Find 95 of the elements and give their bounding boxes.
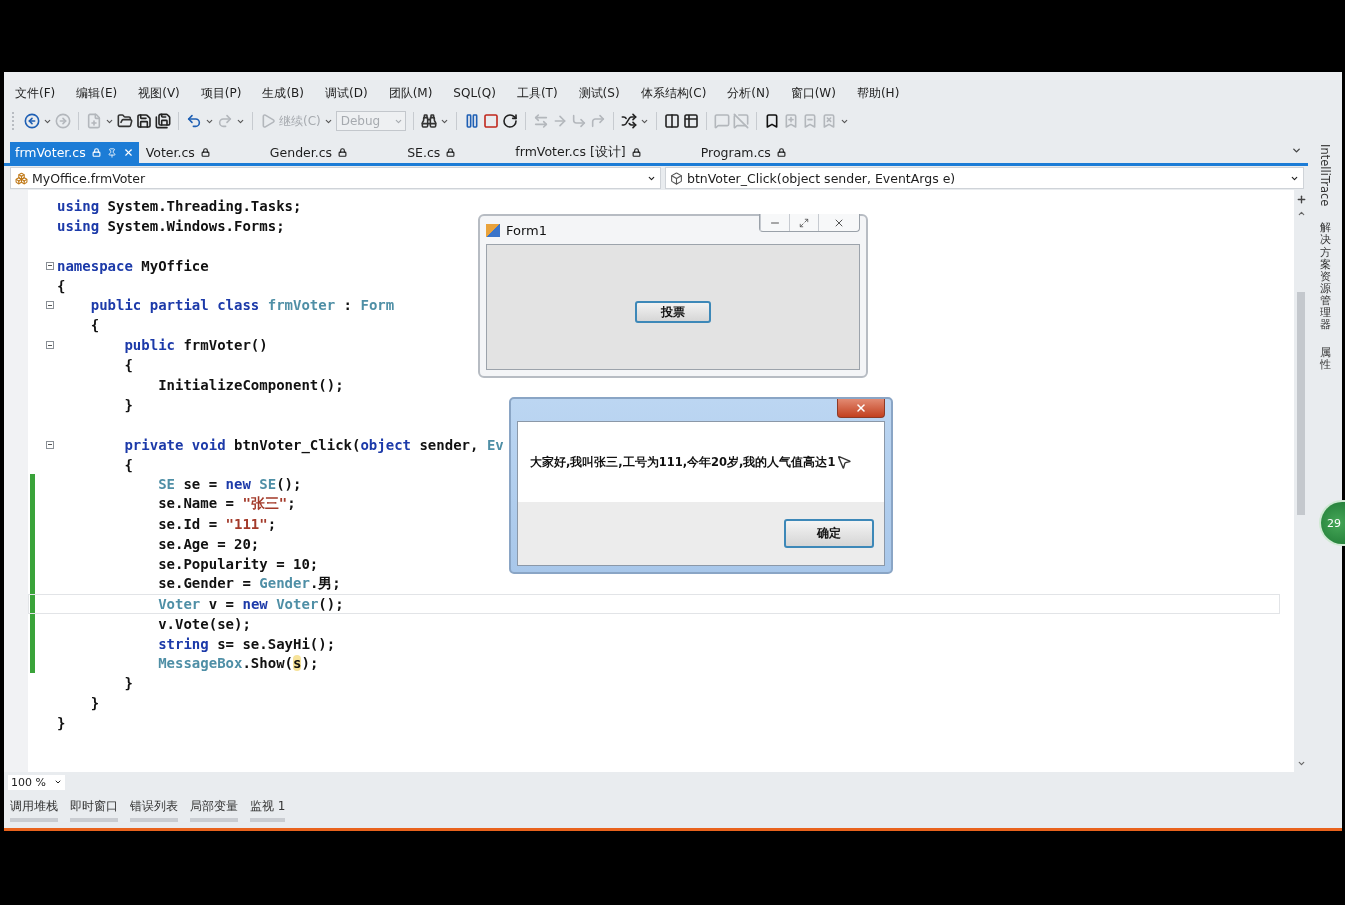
code-line: }: [89, 695, 100, 712]
zoom-dropdown[interactable]: 100 %: [8, 774, 65, 790]
split-icon[interactable]: [1295, 194, 1307, 205]
menu-item[interactable]: 文件(F): [15, 84, 56, 102]
document-tab[interactable]: frmVoter.cs [设计]: [510, 142, 646, 163]
code-line: using System.Threading.Tasks;: [57, 197, 302, 214]
lock-icon: [200, 148, 210, 157]
collapse-icon[interactable]: [46, 341, 54, 350]
columns-icon[interactable]: [663, 113, 680, 129]
menu-item[interactable]: 帮助(H): [856, 84, 900, 102]
menu-item[interactable]: 编辑(E): [76, 84, 118, 102]
save-all-icon[interactable]: [155, 113, 171, 129]
binoculars-icon[interactable]: [420, 113, 437, 129]
back-icon[interactable]: [24, 113, 40, 129]
shuffle-icon[interactable]: [620, 113, 637, 129]
undo-icon[interactable]: [186, 113, 202, 129]
side-tab[interactable]: 属性: [1319, 347, 1331, 372]
menu-item[interactable]: 项目(P): [200, 84, 242, 102]
menu-item[interactable]: 测试(S): [578, 84, 620, 102]
lock-icon: [91, 148, 101, 157]
code-line: {: [57, 277, 66, 294]
menu-item[interactable]: SQL(Q): [453, 86, 496, 100]
code-line: }: [123, 396, 133, 413]
tool-window-tab[interactable]: 局部变量: [190, 798, 238, 822]
code-line: v.Vote(se);: [157, 615, 251, 632]
code-line: string s= se.SayHi();: [157, 635, 336, 652]
vote-button[interactable]: 投票: [635, 301, 711, 323]
code-line: se.Id = "111";: [157, 516, 277, 533]
table-icon[interactable]: [682, 113, 699, 129]
scroll-up-icon[interactable]: [1296, 209, 1306, 218]
code-line: SE se = new SE();: [157, 476, 302, 493]
menu-item[interactable]: 团队(M): [388, 84, 433, 102]
close-icon: [855, 402, 867, 414]
window-title: Form1: [506, 222, 548, 238]
menu-item[interactable]: 窗口(W): [790, 84, 836, 102]
menu-item[interactable]: 工具(T): [516, 84, 558, 102]
stop-icon[interactable]: [482, 113, 499, 129]
close-button[interactable]: [837, 399, 885, 418]
app-icon: [486, 223, 500, 237]
code-line: using System.Windows.Forms;: [57, 217, 285, 234]
document-tab[interactable]: Gender.cs: [264, 142, 353, 163]
save-icon[interactable]: [136, 113, 152, 129]
type-dropdown[interactable]: MyOffice.frmVoter: [10, 167, 661, 189]
code-line: Voter v = new Voter();: [157, 595, 344, 612]
code-line: se.Age = 20;: [157, 536, 260, 553]
class-icon: [15, 171, 28, 185]
lock-icon: [338, 148, 348, 157]
code-line: {: [123, 456, 133, 473]
code-line: se.Name = "张三";: [157, 495, 296, 514]
collapse-icon[interactable]: [46, 440, 54, 449]
code-line: }: [57, 715, 66, 732]
code-line: private void btnVoter_Click(object sender, Ev: [123, 436, 504, 453]
code-line: InitializeComponent();: [157, 376, 344, 393]
caret-icon: [53, 778, 62, 786]
collapse-icon[interactable]: [46, 301, 54, 310]
menu-item[interactable]: 生成(B): [262, 84, 304, 102]
pin-icon[interactable]: [106, 147, 117, 158]
member-dropdown[interactable]: btnVoter_Click(object sender, EventArgs e): [665, 167, 1304, 189]
message-text: 大家好,我叫张三,工号为111,今年20岁,我的人气值高达1: [530, 454, 836, 470]
code-line: MessageBox.Show(s);: [157, 655, 319, 672]
menu-item[interactable]: 分析(N): [727, 84, 770, 102]
code-line: se.Popularity = 10;: [157, 555, 319, 572]
method-icon: [670, 171, 683, 185]
collapse-icon[interactable]: [46, 261, 54, 270]
restart-icon[interactable]: [501, 113, 518, 129]
code-line: }: [123, 675, 133, 692]
side-tab[interactable]: 解决方案资源管理器: [1319, 222, 1331, 332]
lock-icon: [776, 148, 786, 157]
scroll-thumb[interactable]: [1297, 292, 1305, 515]
menu-item[interactable]: 调试(D): [325, 84, 368, 102]
folder-icon[interactable]: [117, 113, 133, 129]
code-line: se.Gender = Gender.男;: [157, 574, 341, 593]
document-tab[interactable]: SE.cs: [402, 142, 461, 163]
lock-icon: [446, 148, 456, 157]
code-line: public partial class frmVoter : Form: [89, 297, 395, 314]
document-tab[interactable]: Voter.cs: [140, 142, 215, 163]
tool-window-tab[interactable]: 监视 1: [250, 798, 286, 822]
document-tab[interactable]: frmVoter.cs: [10, 142, 139, 163]
caret-icon[interactable]: [1291, 145, 1302, 156]
tool-window-tab[interactable]: 错误列表: [130, 798, 178, 822]
tool-window-tab[interactable]: 即时窗口: [70, 798, 118, 822]
code-line: public frmVoter(): [123, 337, 268, 354]
lock-icon: [631, 148, 641, 157]
menu-item[interactable]: 体系结构(C): [640, 84, 707, 102]
scroll-down-icon[interactable]: [1296, 759, 1306, 768]
code-line: namespace MyOffice: [57, 257, 209, 274]
pointer-icon: [835, 454, 852, 470]
side-tab[interactable]: IntelliTrace: [1318, 144, 1332, 207]
menu-item[interactable]: 视图(V): [138, 84, 180, 102]
code-line: {: [123, 357, 133, 374]
tool-window-tab[interactable]: 调用堆栈: [10, 798, 58, 822]
code-line: {: [89, 317, 100, 334]
document-tab[interactable]: Program.cs: [695, 142, 791, 163]
ok-button[interactable]: 确定: [784, 519, 874, 548]
close-icon[interactable]: [122, 147, 134, 158]
